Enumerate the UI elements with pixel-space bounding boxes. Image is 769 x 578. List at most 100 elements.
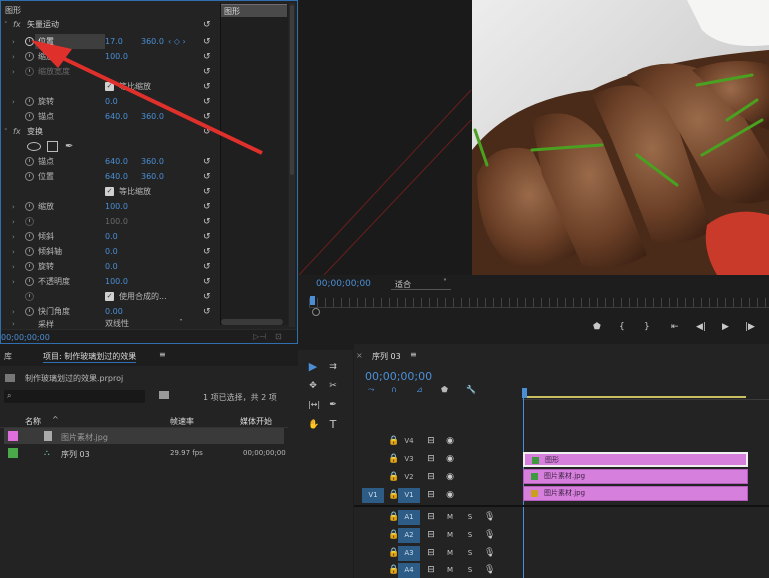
- stopwatch-icon[interactable]: [25, 232, 34, 241]
- stopwatch-icon[interactable]: [25, 262, 34, 271]
- param-value[interactable]: 0.00: [105, 307, 123, 316]
- list-item[interactable]: 图片素材.jpg: [4, 428, 284, 444]
- go-to-in-icon[interactable]: ⇤: [671, 322, 679, 332]
- param-value-x[interactable]: 640.0: [105, 172, 128, 181]
- sync-lock-icon[interactable]: ⊟: [426, 436, 436, 446]
- sampling-dropdown[interactable]: 双线性 ˅: [105, 319, 185, 329]
- track-label[interactable]: A4: [398, 563, 420, 578]
- solo-button[interactable]: S: [465, 565, 475, 575]
- label-color-swatch[interactable]: [8, 431, 18, 441]
- track-label[interactable]: V3: [398, 452, 420, 467]
- sort-ascending-icon[interactable]: ^: [52, 415, 59, 424]
- snap-icon[interactable]: ∩: [391, 385, 397, 394]
- tf-skew-axis-row[interactable]: › 倾斜轴 0.0 ↺: [1, 244, 219, 259]
- eye-icon[interactable]: ◉: [445, 436, 455, 446]
- play-only-audio-icon[interactable]: ▷⊣: [253, 332, 266, 341]
- add-marker-icon[interactable]: ⬟: [593, 322, 601, 332]
- sync-lock-icon[interactable]: ⊟: [426, 512, 436, 522]
- lock-icon[interactable]: 🔒: [388, 548, 399, 558]
- param-value[interactable]: 100.0: [105, 277, 128, 286]
- reset-icon[interactable]: ↺: [203, 277, 211, 287]
- panel-menu-icon[interactable]: ≡: [159, 350, 166, 359]
- param-value[interactable]: 0.0: [105, 262, 118, 271]
- timeline-clip-image-v1[interactable]: 图片素材.jpg: [523, 486, 748, 501]
- source-patch-v1[interactable]: V1: [362, 488, 384, 503]
- sync-lock-icon[interactable]: ⊟: [426, 530, 436, 540]
- reset-icon[interactable]: ↺: [203, 217, 211, 227]
- microphone-icon[interactable]: 🎙: [484, 512, 495, 522]
- tf-position-row[interactable]: 位置 640.0 360.0 ↺: [1, 169, 219, 184]
- tab-library[interactable]: 库: [4, 351, 12, 362]
- reset-icon[interactable]: ↺: [203, 202, 211, 212]
- lock-icon[interactable]: 🔒: [388, 490, 399, 500]
- track-a2[interactable]: 🔒 A2 ⊟ M S 🎙: [360, 527, 522, 544]
- param-value[interactable]: 100.0: [105, 202, 128, 211]
- param-value[interactable]: 0.0: [105, 247, 118, 256]
- mute-button[interactable]: M: [445, 548, 455, 558]
- reset-icon[interactable]: ↺: [203, 262, 211, 272]
- stopwatch-icon[interactable]: [25, 277, 34, 286]
- sync-lock-icon[interactable]: ⊟: [426, 454, 436, 464]
- lock-icon[interactable]: 🔒: [388, 512, 399, 522]
- track-v2[interactable]: 🔒 V2 ⊟ ◉: [360, 469, 522, 486]
- expand-toggle-icon[interactable]: ›: [12, 203, 15, 211]
- solo-button[interactable]: S: [465, 548, 475, 558]
- solo-button[interactable]: S: [465, 512, 475, 522]
- type-tool-icon[interactable]: T: [328, 419, 338, 430]
- stopwatch-icon[interactable]: [25, 172, 34, 181]
- solo-button[interactable]: S: [465, 530, 475, 540]
- param-value-y[interactable]: 360.0: [141, 172, 164, 181]
- close-icon[interactable]: ×: [356, 351, 363, 360]
- expand-toggle-icon[interactable]: ›: [12, 248, 15, 256]
- monitor-playhead[interactable]: [310, 296, 315, 305]
- column-name[interactable]: 名称: [25, 416, 41, 427]
- track-label[interactable]: V1: [398, 488, 420, 503]
- lock-icon[interactable]: 🔒: [388, 472, 399, 482]
- export-icon[interactable]: ⊡: [275, 332, 282, 341]
- tf-shutter-angle-row[interactable]: › 快门角度 0.00 ↺: [1, 304, 219, 319]
- lock-icon[interactable]: 🔒: [388, 436, 399, 446]
- timeline-timecode[interactable]: 00;00;00;00: [365, 370, 432, 383]
- param-value[interactable]: 0.0: [105, 232, 118, 241]
- track-v3[interactable]: 🔒 V3 ⊟ ◉: [360, 451, 522, 468]
- column-fps[interactable]: 帧速率: [170, 416, 194, 427]
- track-label[interactable]: V4: [398, 434, 420, 449]
- reset-icon[interactable]: ↺: [203, 307, 211, 317]
- linked-selection-icon[interactable]: ⊿: [416, 385, 423, 394]
- microphone-icon[interactable]: 🎙: [484, 530, 495, 540]
- reset-icon[interactable]: ↺: [203, 187, 211, 197]
- step-forward-icon[interactable]: |▶: [745, 322, 755, 332]
- lock-icon[interactable]: 🔒: [388, 565, 399, 575]
- new-bin-icon[interactable]: [159, 391, 169, 399]
- reset-icon[interactable]: ↺: [203, 232, 211, 242]
- effect-timeline-scrollbar[interactable]: [221, 319, 283, 325]
- eye-icon[interactable]: ◉: [445, 454, 455, 464]
- column-media-start[interactable]: 媒体开始: [240, 416, 272, 427]
- mark-out-icon[interactable]: }: [644, 322, 650, 332]
- play-icon[interactable]: ▶: [722, 322, 729, 332]
- eye-icon[interactable]: ◉: [445, 490, 455, 500]
- mute-button[interactable]: M: [445, 565, 455, 575]
- search-input[interactable]: ⌕: [4, 390, 145, 403]
- tf-skew-row[interactable]: › 倾斜 0.0 ↺: [1, 229, 219, 244]
- timeline-ruler[interactable]: [522, 384, 769, 400]
- sequence-tab[interactable]: 序列 03: [372, 351, 401, 362]
- selection-tool-icon[interactable]: ▶: [308, 361, 318, 372]
- stopwatch-icon[interactable]: [25, 202, 34, 211]
- track-label[interactable]: A3: [398, 546, 420, 561]
- sync-lock-icon[interactable]: ⊟: [426, 472, 436, 482]
- reset-icon[interactable]: ↺: [203, 247, 211, 257]
- track-a3[interactable]: 🔒 A3 ⊟ M S 🎙: [360, 545, 522, 562]
- tf-opacity-row[interactable]: › 不透明度 100.0 ↺: [1, 274, 219, 289]
- slip-tool-icon[interactable]: |↔|: [306, 400, 322, 410]
- nest-icon[interactable]: ⤳: [368, 385, 374, 395]
- checkbox[interactable]: ✓: [105, 292, 114, 301]
- expand-toggle-icon[interactable]: ›: [12, 263, 15, 271]
- expand-toggle-icon[interactable]: ›: [12, 308, 15, 316]
- pen-tool-icon[interactable]: ✒: [328, 400, 338, 410]
- tf-comp-shutter-row[interactable]: ✓ 使用合成的... ↺: [1, 289, 219, 304]
- timeline-clip-graphic[interactable]: 图形: [523, 452, 748, 467]
- monitor-ruler[interactable]: [309, 298, 769, 308]
- microphone-icon[interactable]: 🎙: [484, 565, 495, 575]
- timeline-clip-image-v2[interactable]: 图片素材.jpg: [523, 469, 748, 484]
